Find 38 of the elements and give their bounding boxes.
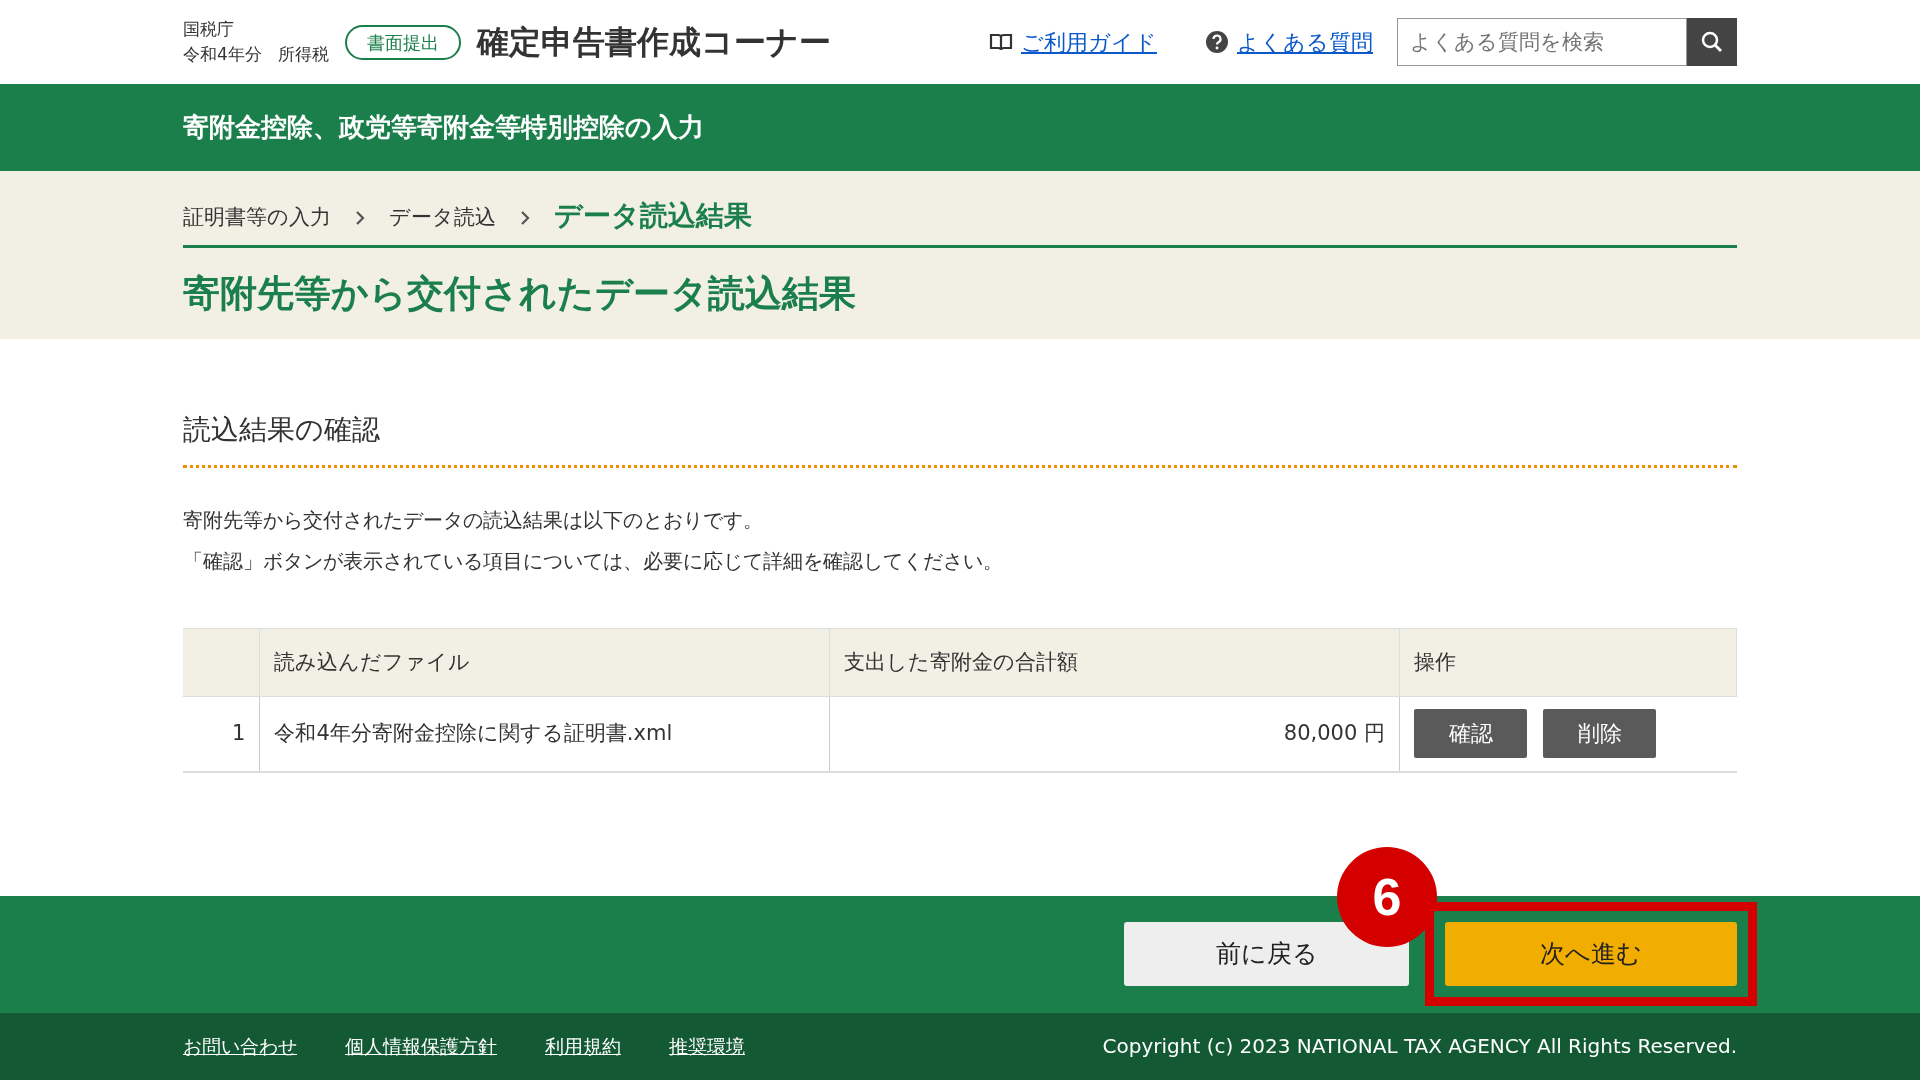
footer-link[interactable]: 利用規約 (545, 1031, 621, 1061)
amount-cell: 80,000 円 (829, 696, 1400, 772)
footer-link[interactable]: 推奨環境 (669, 1031, 745, 1061)
site-title: 確定申告書作成コーナー (476, 22, 831, 63)
file-name-cell: 令和4年分寄附金控除に関する証明書.xml (259, 696, 830, 772)
faq-link[interactable]: よくある質問 (1237, 25, 1373, 59)
column-header: 操作 (1399, 628, 1737, 697)
delete-button[interactable]: 削除 (1543, 709, 1656, 759)
breadcrumb-item[interactable]: データ読込 (389, 201, 496, 237)
column-header: 読み込んだファイル (259, 628, 830, 697)
footer-link[interactable]: 個人情報保護方針 (345, 1031, 497, 1061)
instruction-text: 寄附先等から交付されたデータの読込結果は以下のとおりです。 (183, 507, 764, 534)
question-icon (1205, 30, 1229, 54)
section-heading: 読込結果の確認 (183, 409, 1737, 468)
search-field[interactable]: よくある質問を検索 (1397, 18, 1687, 66)
breadcrumb-item: データ読込結果 (554, 198, 752, 234)
guide-link[interactable]: ご利用ガイド (1021, 25, 1157, 59)
step-badge: 6 (1337, 847, 1437, 947)
column-header: 支出した寄附金の合計額 (829, 628, 1400, 697)
section-title: 寄附金控除、政党等寄附金等特別控除の入力 (183, 111, 705, 144)
submission-mode-badge: 書面提出 (344, 24, 461, 60)
search-icon (1700, 30, 1724, 54)
instruction-text: 「確認」ボタンが表示されている項目については、必要に応じて詳細を確認してください。 (183, 548, 1004, 575)
agency-name: 国税庁 (183, 17, 235, 41)
footer-link[interactable]: お問い合わせ (183, 1031, 297, 1061)
back-button[interactable]: 前に戻る (1124, 922, 1409, 986)
row-number: 1 (183, 696, 260, 772)
copyright-text: Copyright (c) 2023 NATIONAL TAX AGENCY All Rights Reserved. (1102, 1033, 1737, 1060)
page-title: 寄附先等から交付されたデータ読込結果 (183, 271, 857, 317)
next-button[interactable]: 次へ進む (1445, 922, 1737, 986)
search-button[interactable] (1687, 18, 1737, 66)
breadcrumb-item[interactable]: 証明書等の入力 (183, 201, 331, 237)
confirm-button[interactable]: 確認 (1414, 709, 1527, 759)
tax-year-label: 令和4年分 (183, 43, 262, 66)
book-icon (989, 32, 1013, 52)
chevron-right-icon (355, 209, 365, 226)
chevron-right-icon (520, 209, 530, 226)
tax-year-label: 所得税 (277, 43, 329, 66)
